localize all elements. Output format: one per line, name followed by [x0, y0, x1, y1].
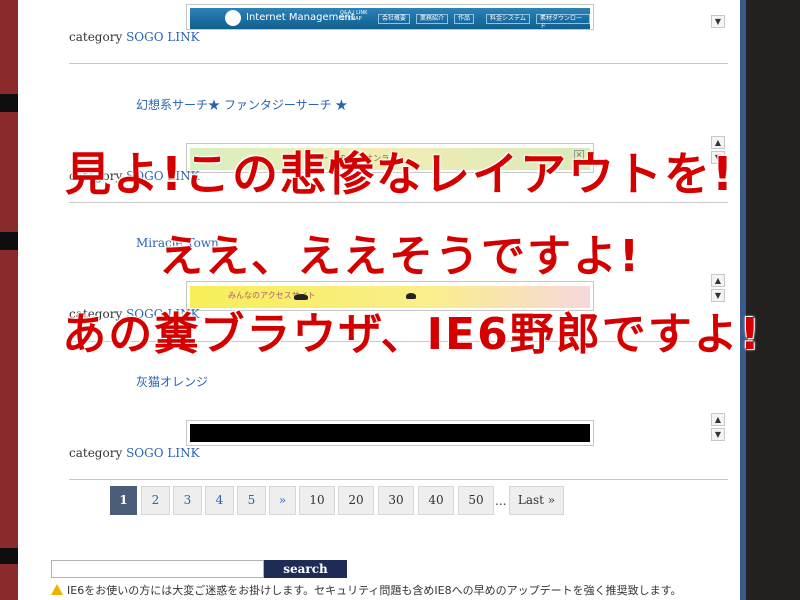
- site-link[interactable]: 幻想系サーチ★ ファンタジーサーチ ★: [136, 96, 347, 113]
- warning-icon: [51, 584, 63, 595]
- category-line: category SOGO LINK: [69, 446, 200, 460]
- search-button[interactable]: search: [264, 560, 347, 578]
- page-link[interactable]: 4: [205, 486, 234, 515]
- banner-subtitle: Q&A | LINK SITEMAP: [340, 10, 368, 22]
- warning-text: IE6をお使いの方には大変ご迷惑をお掛けします。セキュリティ問題も含めIE8への…: [67, 584, 682, 597]
- page-jump-link[interactable]: 30: [378, 486, 414, 515]
- frame-scrollbar[interactable]: ▲ ▼: [711, 413, 727, 443]
- pagination-ellipsis: ...: [495, 494, 507, 508]
- overlay-line-3: あの糞ブラウザ、IE6野郎ですよ!: [62, 309, 762, 360]
- ie6-warning: IE6をお使いの方には大変ご迷惑をお掛けします。セキュリティ問題も含めIE8への…: [51, 582, 682, 598]
- category-link[interactable]: SOGO LINK: [126, 446, 199, 460]
- banner-tab[interactable]: 会社概要: [378, 14, 411, 24]
- banner-frame: Internet Management Q&A | LINK SITEMAP 会…: [186, 4, 594, 30]
- banner-tab[interactable]: 業務紹介: [416, 14, 449, 24]
- banner-frame: [186, 420, 594, 446]
- decor-stripe: [0, 94, 18, 112]
- last-page-link[interactable]: Last »: [509, 486, 564, 515]
- banner-tab[interactable]: 素材ダウンロード: [536, 14, 590, 29]
- page-jump-link[interactable]: 50: [458, 486, 494, 515]
- page-link[interactable]: 5: [237, 486, 266, 515]
- scroll-down-icon[interactable]: ▼: [711, 428, 725, 441]
- banner-title: Internet Management: [246, 12, 355, 23]
- banner-tab[interactable]: 作品: [454, 14, 475, 24]
- scroll-down-icon[interactable]: ▼: [711, 15, 725, 28]
- category-line: category SOGO LINK: [69, 30, 200, 44]
- overlay-line-1: 見よ!この悲惨なレイアウトを!: [65, 147, 735, 201]
- page-jump-link[interactable]: 40: [418, 486, 454, 515]
- page-link[interactable]: 2: [141, 486, 170, 515]
- banner-tab[interactable]: 料金システム: [486, 14, 530, 24]
- page-jump-link[interactable]: 10: [299, 486, 335, 515]
- category-label: category: [69, 446, 123, 460]
- category-label: category: [69, 30, 123, 44]
- scroll-up-icon[interactable]: ▲: [711, 413, 725, 426]
- frame-scrollbar[interactable]: ▼: [711, 0, 727, 30]
- decor-stripe: [0, 548, 18, 564]
- overlay-line-2: ええ、ええそうですよ!: [158, 231, 642, 282]
- divider: [69, 63, 728, 64]
- next-page-link[interactable]: »: [269, 486, 296, 515]
- page-jump-link[interactable]: 20: [338, 486, 374, 515]
- divider: [69, 479, 728, 480]
- internet-management-banner[interactable]: Internet Management Q&A | LINK SITEMAP 会…: [190, 8, 590, 29]
- category-link[interactable]: SOGO LINK: [126, 30, 199, 44]
- page-current: 1: [110, 486, 137, 515]
- logo-icon: [225, 10, 241, 26]
- search-input[interactable]: [51, 560, 264, 578]
- site-link[interactable]: 灰猫オレンジ: [136, 373, 208, 390]
- black-banner[interactable]: [190, 424, 590, 442]
- page-link[interactable]: 3: [173, 486, 202, 515]
